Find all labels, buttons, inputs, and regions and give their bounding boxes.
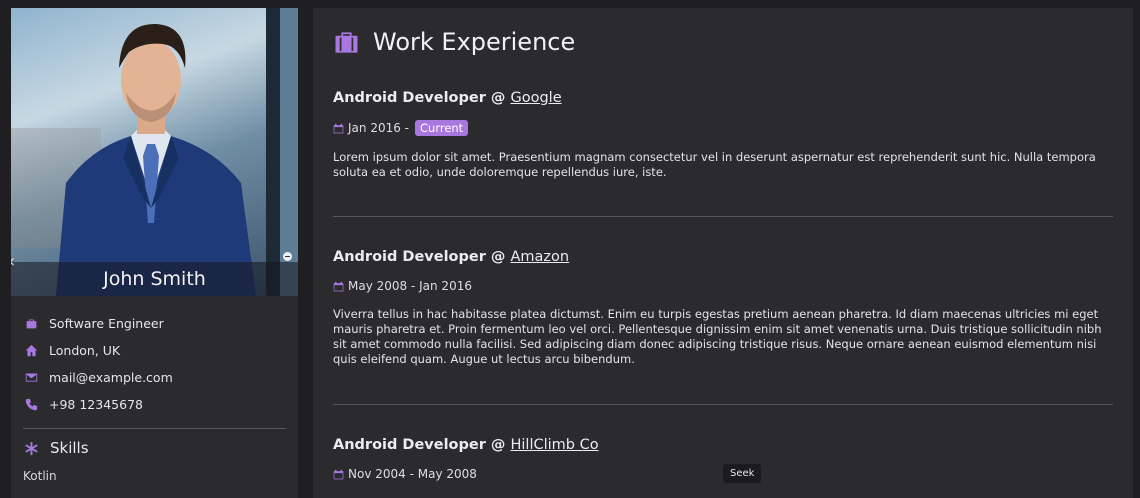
- skill-item: Kotlin: [23, 469, 57, 483]
- job-item: Android Developer @ Amazon May 2008 - Ja…: [333, 249, 1113, 367]
- job-title: Android Developer @ Amazon: [333, 249, 570, 265]
- job-title: Android Developer @ Google: [333, 90, 562, 106]
- info-row-job: Software Engineer: [23, 310, 298, 337]
- home-icon: [23, 343, 39, 359]
- briefcase-icon: [23, 316, 39, 332]
- company-link[interactable]: Amazon: [510, 249, 569, 265]
- mail-icon: [23, 370, 39, 386]
- divider: [333, 404, 1113, 405]
- date-text: May 2008 - Jan 2016: [348, 279, 472, 293]
- info-job-text: Software Engineer: [49, 316, 164, 331]
- job-date: Jan 2016 - Current: [333, 120, 1113, 136]
- seek-tooltip: Seek: [723, 464, 762, 483]
- experience-card: Work Experience Android Developer @ Goog…: [313, 8, 1133, 498]
- profile-name: John Smith: [103, 268, 206, 290]
- info-email-text[interactable]: mail@example.com: [49, 370, 173, 385]
- slider-dot-button[interactable]: [283, 252, 292, 261]
- calendar-icon: [333, 469, 344, 480]
- date-text: Jan 2016 -: [348, 121, 409, 135]
- work-experience-title: Work Experience: [373, 28, 576, 56]
- info-row-location: London, UK: [23, 337, 298, 364]
- info-row-email[interactable]: mail@example.com: [23, 364, 298, 391]
- job-title: Android Developer @ HillClimb Co: [333, 437, 599, 453]
- profile-photo: John Smith ‹: [11, 8, 298, 296]
- current-badge: Current: [415, 120, 469, 136]
- asterisk-icon: [23, 440, 39, 456]
- job-description: Viverra tellus in hac habitasse platea d…: [333, 307, 1102, 366]
- profile-info-list: Software Engineer London, UK mail@exampl…: [11, 296, 298, 418]
- date-text: Nov 2004 - May 2008: [348, 467, 477, 481]
- info-row-phone[interactable]: +98 12345678: [23, 391, 298, 418]
- calendar-icon: [333, 281, 344, 292]
- calendar-icon: [333, 123, 344, 134]
- briefcase-icon: [333, 29, 360, 56]
- company-link[interactable]: HillClimb Co: [510, 437, 598, 453]
- skills-title: Skills: [50, 439, 89, 457]
- job-date: May 2008 - Jan 2016: [333, 279, 1113, 293]
- job-item: Android Developer @ Google Jan 2016 - Cu…: [333, 90, 1113, 180]
- phone-icon: [23, 397, 39, 413]
- skills-heading: Skills: [11, 429, 298, 457]
- info-phone-text[interactable]: +98 12345678: [49, 397, 143, 412]
- company-link[interactable]: Google: [510, 90, 561, 106]
- person-illustration: [56, 23, 256, 296]
- section-title: Work Experience: [333, 28, 575, 56]
- info-location-text: London, UK: [49, 343, 121, 358]
- chevron-left-icon[interactable]: ‹: [11, 252, 24, 272]
- job-description: Lorem ipsum dolor sit amet. Praesentium …: [333, 150, 1096, 179]
- profile-card: John Smith ‹ Software Engineer London, U…: [11, 8, 298, 498]
- divider: [333, 216, 1113, 217]
